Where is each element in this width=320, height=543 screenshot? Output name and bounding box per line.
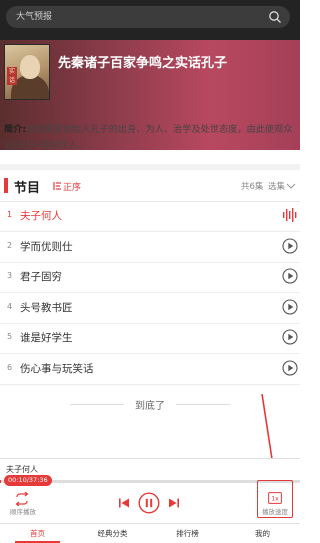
section-title: 节目 [14, 181, 41, 196]
play-icon[interactable] [282, 359, 298, 376]
progress-time[interactable]: 00:10/37:36 [4, 475, 52, 486]
album-title: 先秦诸子百家争鸣之实话孔子 [58, 56, 228, 71]
section-accent-bar [4, 178, 8, 193]
play-icon[interactable] [282, 237, 298, 254]
episode-count: 共6集 [241, 182, 264, 192]
track-title: 谁是好学生 [20, 332, 73, 344]
track-row[interactable]: 4 头号教书匠 [0, 294, 300, 324]
track-title: 学而优则仕 [20, 240, 73, 253]
previous-icon[interactable] [118, 497, 130, 509]
sort-order-button[interactable]: 正序 [63, 180, 81, 193]
select-episodes-button[interactable]: 选集 [268, 180, 285, 192]
track-row[interactable]: 3 君子固穷 [0, 263, 300, 293]
album-cover: 实话 [4, 44, 50, 100]
track-title: 君子固穷 [20, 271, 62, 283]
cover-seal: 实话 [7, 67, 17, 85]
tab-item[interactable]: 排行榜 [150, 524, 225, 543]
mini-player: 夫子何人 00:10/37:36 顺序播放 1x 播放速度 [0, 458, 300, 523]
play-icon[interactable] [282, 298, 298, 315]
track-title: 夫子何人 [20, 210, 62, 222]
track-number: 5 [7, 332, 13, 341]
play-mode-label[interactable]: 顺序播放 [6, 506, 40, 516]
track-title: 伤心事与玩笑话 [20, 362, 94, 375]
intro-label: 简介: [4, 124, 27, 135]
tab-item[interactable]: 经典分类 [75, 524, 150, 543]
track-row[interactable]: 1 夫子何人 [0, 202, 300, 232]
track-row[interactable]: 5 谁是好学生 [0, 324, 300, 354]
progress-fill [0, 480, 2, 483]
chevron-down-icon[interactable] [286, 182, 296, 190]
track-title: 头号教书匠 [20, 301, 73, 314]
annotation-highlight-box [257, 480, 293, 518]
tab-item[interactable]: 我的 [225, 524, 300, 543]
now-playing-title: 夫子何人 [6, 465, 38, 474]
tab-item[interactable]: 首页 [0, 524, 75, 543]
playing-wave-icon [283, 208, 297, 222]
track-row[interactable]: 6 伤心事与玩笑话 [0, 355, 300, 385]
track-number: 6 [7, 362, 13, 372]
intro-text: 讲述儒家创始人孔子的出身、为人、治学及处世态度，由此使观众认识孔子是何许人。 [4, 124, 293, 151]
track-number: 3 [7, 271, 13, 280]
track-number: 4 [7, 301, 13, 311]
track-number: 2 [7, 240, 13, 250]
play-icon[interactable] [282, 329, 298, 345]
search-icon[interactable] [268, 10, 282, 24]
search-bar[interactable]: 大气预报 [6, 6, 290, 28]
track-row[interactable]: 2 学而优则仕 [0, 233, 300, 263]
section-divider [0, 164, 300, 170]
end-of-list: 到底了 [135, 401, 165, 412]
pause-icon[interactable] [138, 492, 160, 514]
search-input[interactable]: 大气预报 [16, 9, 52, 22]
loop-icon[interactable] [14, 492, 30, 506]
next-icon[interactable] [168, 497, 180, 509]
play-icon[interactable] [282, 268, 298, 284]
album-intro: 简介:讲述儒家创始人孔子的出身、为人、治学及处世态度，由此使观众认识孔子是何许人… [4, 122, 296, 154]
sort-icon[interactable] [52, 181, 62, 191]
end-line-right [176, 404, 230, 405]
cover-figure-face [20, 55, 40, 79]
track-number: 1 [7, 210, 13, 219]
bottom-tab-bar: 首页 经典分类 排行榜 我的 [0, 523, 300, 543]
